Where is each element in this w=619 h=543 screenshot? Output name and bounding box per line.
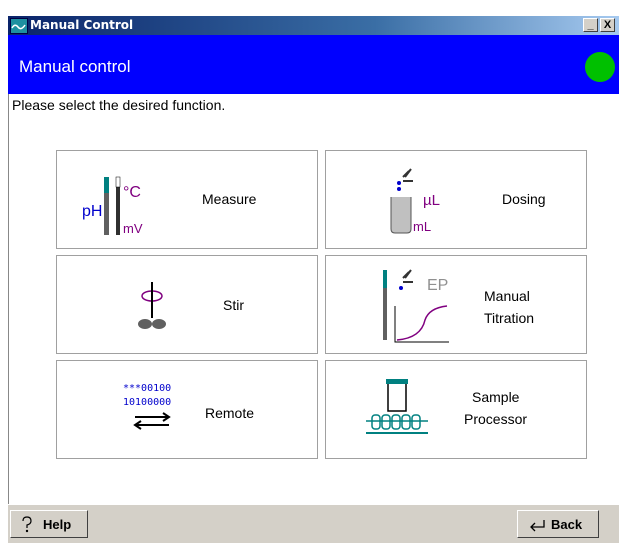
help-label: Help (43, 517, 72, 532)
svg-text:***00100: ***00100 (123, 383, 171, 394)
titration-icon: EP (383, 269, 449, 343)
footer-bar: Help Back (8, 504, 619, 543)
close-button[interactable]: X (600, 18, 615, 32)
remote-icon: ***00100 10100000 (123, 383, 171, 430)
sample-processor-icon (366, 379, 428, 434)
help-button[interactable]: Help (10, 510, 88, 538)
svg-text:mL: mL (413, 219, 431, 234)
remote-label: Remote (205, 405, 255, 421)
svg-text:10100000: 10100000 (123, 397, 171, 408)
svg-text:mV: mV (123, 221, 143, 236)
status-indicator (585, 52, 615, 82)
measure-label: Measure (202, 191, 257, 207)
page-header: Manual control (8, 35, 619, 94)
page-title: Manual control (19, 57, 131, 76)
instruction-text: Please select the desired function. (12, 97, 226, 113)
sample-processor-tile[interactable]: Sample Processor (325, 360, 587, 459)
dosing-label: Dosing (502, 191, 546, 207)
help-icon (22, 516, 32, 533)
svg-text:EP: EP (427, 277, 448, 294)
back-button[interactable]: Back (517, 510, 599, 538)
window-titlebar: Manual Control _ X (8, 16, 619, 35)
main-content: Please select the desired function. pH °… (8, 94, 619, 504)
back-arrow-icon (530, 520, 545, 532)
svg-text:µL: µL (423, 192, 440, 209)
svg-text:°C: °C (123, 184, 141, 201)
measure-icon: pH °C mV (82, 176, 143, 236)
remote-tile[interactable]: ***00100 10100000 Remote (56, 360, 318, 459)
measure-tile[interactable]: pH °C mV Measure (56, 150, 318, 249)
app-icon (10, 18, 28, 34)
window-title: Manual Control (30, 18, 134, 32)
manual-titration-tile[interactable]: EP Manual Titration (325, 255, 587, 354)
minimize-button[interactable]: _ (583, 18, 598, 32)
titration-label-line2: Titration (484, 310, 535, 326)
stir-tile[interactable]: Stir (56, 255, 318, 354)
back-label: Back (551, 517, 583, 532)
stir-label: Stir (223, 297, 244, 313)
sample-label-line1: Sample (472, 389, 520, 405)
dosing-icon: µL mL (390, 168, 440, 234)
svg-text:pH: pH (82, 203, 102, 220)
titration-label-line1: Manual (484, 288, 530, 304)
dosing-tile[interactable]: µL mL Dosing (325, 150, 587, 249)
stir-icon (138, 282, 166, 329)
sample-label-line2: Processor (464, 411, 528, 427)
